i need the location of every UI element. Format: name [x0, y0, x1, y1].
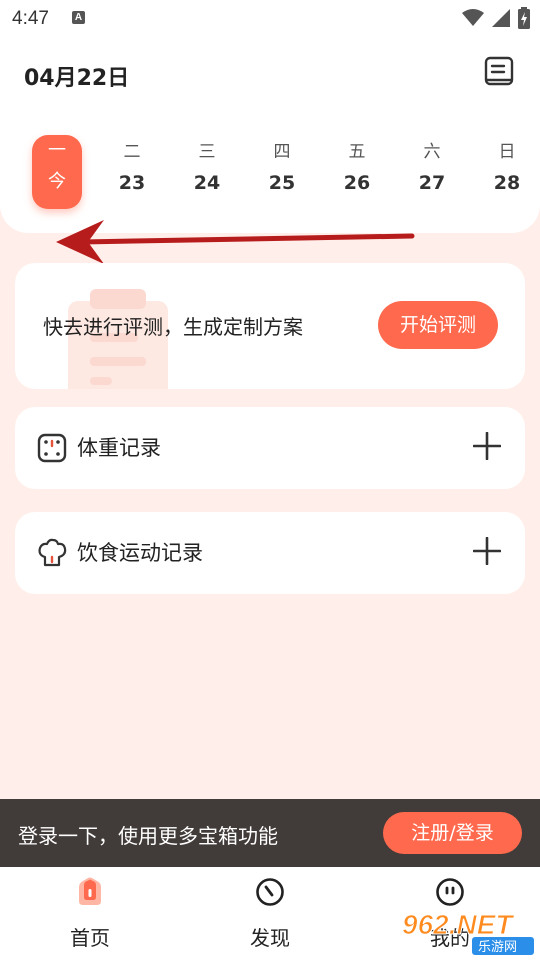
weekday-fri[interactable]: 五 26 — [332, 136, 382, 212]
weekday-num: 26 — [343, 172, 371, 194]
start-evaluation-button[interactable]: 开始评测 — [378, 301, 498, 349]
status-bar: 4:47 A — [0, 0, 540, 36]
weekday-num: 23 — [118, 172, 146, 194]
tab-label: 发现 — [250, 926, 290, 950]
status-time: 4:47 — [12, 8, 49, 29]
notification-a-icon: A — [72, 11, 85, 24]
evaluation-prompt: 快去进行评测，生成定制方案 — [43, 315, 303, 339]
weekday-sat[interactable]: 六 27 — [407, 136, 457, 212]
chef-hat-icon — [38, 538, 67, 567]
header-card: 04月22日 一 今 二 23 三 24 四 25 五 26 六 27 日 28 — [0, 36, 540, 233]
weekday-num: 25 — [268, 172, 296, 194]
diet-exercise-record-label: 饮食运动记录 — [77, 541, 203, 565]
tab-home[interactable]: 首页 — [30, 867, 150, 960]
diet-exercise-record-card[interactable]: 饮食运动记录 — [15, 512, 525, 594]
weekday-num: 24 — [193, 172, 221, 194]
weekday-today[interactable]: 一 今 — [32, 135, 82, 209]
weekday-name: 四 — [273, 142, 291, 162]
register-login-button[interactable]: 注册/登录 — [383, 812, 522, 854]
weekday-name: 二 — [123, 142, 141, 162]
system-icons — [462, 7, 530, 29]
weekday-wed[interactable]: 三 24 — [182, 136, 232, 212]
add-diet-icon[interactable] — [473, 537, 501, 565]
weekday-tue[interactable]: 二 23 — [107, 136, 157, 212]
home-icon — [79, 877, 101, 905]
signal-icon — [492, 9, 510, 27]
weekday-num: 27 — [418, 172, 446, 194]
battery-icon — [518, 7, 530, 29]
weight-record-label: 体重记录 — [77, 436, 161, 460]
scale-icon — [37, 433, 67, 463]
tab-label: 首页 — [70, 926, 110, 950]
login-banner: 登录一下，使用更多宝箱功能 注册/登录 — [0, 799, 540, 867]
date-title: 04月22日 — [24, 66, 130, 91]
watermark-sub: 乐游网 — [478, 940, 517, 955]
weekday-name: 日 — [498, 142, 516, 162]
login-prompt: 登录一下，使用更多宝箱功能 — [18, 824, 278, 848]
weekday-thu[interactable]: 四 25 — [257, 136, 307, 212]
tab-discover[interactable]: 发现 — [210, 867, 330, 960]
weekday-name: 五 — [348, 142, 366, 162]
face-icon — [436, 878, 464, 906]
annotation-arrow-icon — [56, 220, 415, 264]
add-weight-icon[interactable] — [473, 432, 501, 460]
weekday-name: 六 — [423, 142, 441, 162]
compass-icon — [256, 878, 284, 906]
weekday-num: 28 — [493, 172, 521, 194]
weekday-num: 今 — [48, 171, 66, 192]
weekday-name: 一 — [48, 140, 66, 161]
watermark-logo: 962.NET 乐游网 — [402, 909, 534, 955]
weight-record-card[interactable]: 体重记录 — [15, 407, 525, 489]
watermark-brand: 962.NET — [402, 909, 515, 940]
wifi-icon — [462, 9, 484, 26]
book-icon[interactable] — [484, 56, 514, 88]
weekday-name: 三 — [198, 142, 216, 162]
evaluation-card: 快去进行评测，生成定制方案 开始评测 — [15, 263, 525, 389]
weekday-sun[interactable]: 日 28 — [482, 136, 532, 212]
